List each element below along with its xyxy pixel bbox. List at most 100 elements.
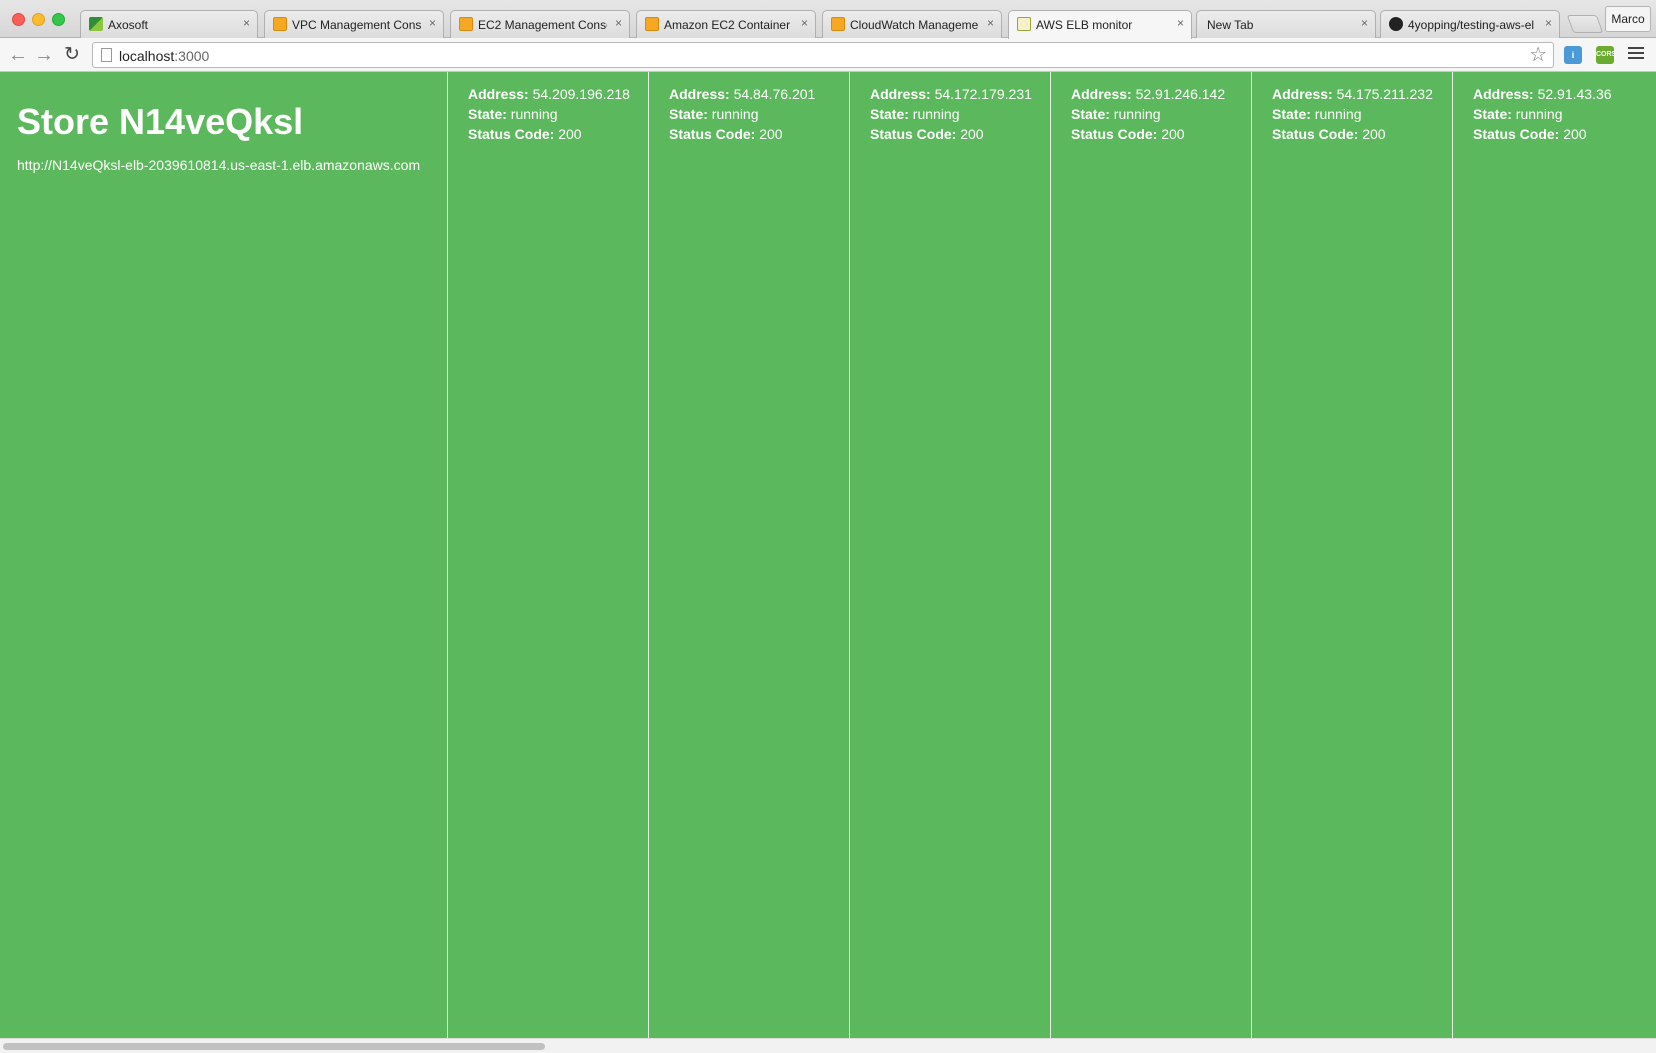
tab-close-icon[interactable]: × <box>243 16 250 30</box>
state-label: State: <box>669 106 708 122</box>
status-code-label: Status Code: <box>1272 126 1359 142</box>
state-value: running <box>912 106 960 122</box>
instance-address: Address: 52.91.246.142 <box>1071 84 1251 104</box>
status-code-label: Status Code: <box>468 126 555 142</box>
aws-icon <box>459 17 473 31</box>
state-label: State: <box>1071 106 1110 122</box>
tab-ec2-container[interactable]: Amazon EC2 Container S × <box>636 10 816 38</box>
instance-card: Address: 54.172.179.231 State: running S… <box>849 72 1050 1038</box>
new-tab-button[interactable] <box>1566 15 1604 33</box>
instance-address: Address: 54.209.196.218 <box>468 84 648 104</box>
instance-state: State: running <box>1071 104 1251 124</box>
tab-vpc-console[interactable]: VPC Management Conso × <box>264 10 444 38</box>
page-viewport: Store N14veQksl http://N14veQksl-elb-203… <box>0 72 1656 1038</box>
page-icon <box>101 48 112 62</box>
github-icon <box>1389 17 1403 31</box>
address-value: 54.175.211.232 <box>1336 86 1433 102</box>
aws-icon <box>273 17 287 31</box>
status-code-label: Status Code: <box>1473 126 1560 142</box>
state-value: running <box>711 106 759 122</box>
address-value: 54.209.196.218 <box>532 86 630 102</box>
instance-address: Address: 52.91.43.36 <box>1473 84 1653 104</box>
tab-close-icon[interactable]: × <box>1361 16 1368 30</box>
address-label: Address: <box>1071 86 1132 102</box>
menu-hamburger-icon[interactable] <box>1628 47 1644 62</box>
instance-state: State: running <box>468 104 648 124</box>
store-title: Store N14veQksl <box>17 101 304 142</box>
window-close-button[interactable] <box>12 13 25 26</box>
tab-close-icon[interactable]: × <box>615 16 622 30</box>
store-elb-url: http://N14veQksl-elb-2039610814.us-east-… <box>17 157 421 173</box>
state-label: State: <box>870 106 909 122</box>
tab-title: New Tab <box>1207 18 1254 32</box>
state-label: State: <box>1473 106 1512 122</box>
tab-title: Axosoft <box>108 18 149 32</box>
tab-title: CloudWatch Managemen <box>850 18 979 32</box>
instance-card: Address: 54.175.211.232 State: running S… <box>1251 72 1452 1038</box>
reload-icon[interactable]: ↻ <box>60 43 84 67</box>
state-label: State: <box>1272 106 1311 122</box>
tab-close-icon[interactable]: × <box>801 16 808 30</box>
tab-axosoft[interactable]: Axosoft × <box>80 10 258 38</box>
back-arrow-icon[interactable]: ← <box>6 43 30 67</box>
tab-close-icon[interactable]: × <box>1177 16 1184 30</box>
address-label: Address: <box>1473 86 1534 102</box>
instance-state: State: running <box>870 104 1050 124</box>
tab-title: AWS ELB monitor <box>1036 18 1133 32</box>
instance-address: Address: 54.175.211.232 <box>1272 84 1452 104</box>
tab-title: Amazon EC2 Container S <box>664 18 793 32</box>
instance-status-code: Status Code: 200 <box>468 124 648 144</box>
axosoft-icon <box>89 17 103 31</box>
address-label: Address: <box>870 86 931 102</box>
browser-tab-strip: Axosoft × VPC Management Conso × EC2 Man… <box>0 0 1656 39</box>
url-port: :3000 <box>174 48 210 64</box>
tab-new-tab[interactable]: New Tab × <box>1196 10 1376 38</box>
window-zoom-button[interactable] <box>52 13 65 26</box>
status-code-label: Status Code: <box>1071 126 1158 142</box>
status-code-value: 200 <box>1161 126 1185 142</box>
bookmark-star-icon[interactable]: ☆ <box>1529 44 1547 66</box>
tab-close-icon[interactable]: × <box>987 16 994 30</box>
instance-status-code: Status Code: 200 <box>1473 124 1653 144</box>
window-minimize-button[interactable] <box>32 13 45 26</box>
instance-status-code: Status Code: 200 <box>669 124 849 144</box>
status-code-value: 200 <box>759 126 783 142</box>
tab-cloudwatch[interactable]: CloudWatch Managemen × <box>822 10 1002 38</box>
tab-github-repo[interactable]: 4yopping/testing-aws-el × <box>1380 10 1560 38</box>
url-host: localhost <box>119 48 175 64</box>
status-code-value: 200 <box>1563 126 1587 142</box>
status-code-label: Status Code: <box>870 126 957 142</box>
scrollbar-thumb[interactable] <box>3 1043 545 1050</box>
info-extension-icon[interactable]: i <box>1564 46 1582 64</box>
profile-button[interactable]: Marco <box>1605 6 1651 32</box>
tab-title: EC2 Management Conso <box>478 18 607 32</box>
instance-address: Address: 54.172.179.231 <box>870 84 1050 104</box>
status-code-label: Status Code: <box>669 126 756 142</box>
address-bar-url[interactable]: localhost:3000 <box>119 48 209 64</box>
address-value: 54.172.179.231 <box>934 86 1032 102</box>
instance-state: State: running <box>1272 104 1452 124</box>
instance-card: Address: 52.91.246.142 State: running St… <box>1050 72 1251 1038</box>
tab-close-icon[interactable]: × <box>1545 16 1552 30</box>
status-code-value: 200 <box>960 126 984 142</box>
forward-arrow-icon[interactable]: → <box>32 43 56 67</box>
tab-title: 4yopping/testing-aws-el <box>1408 18 1535 32</box>
store-panel: Store N14veQksl http://N14veQksl-elb-203… <box>0 72 448 1038</box>
address-label: Address: <box>1272 86 1333 102</box>
tab-ec2-console[interactable]: EC2 Management Conso × <box>450 10 630 38</box>
address-value: 54.84.76.201 <box>733 86 816 102</box>
instance-state: State: running <box>669 104 849 124</box>
instance-status-code: Status Code: 200 <box>1272 124 1452 144</box>
cors-extension-icon[interactable]: CORS <box>1596 46 1616 64</box>
horizontal-scrollbar[interactable] <box>0 1038 1656 1053</box>
tab-aws-elb-monitor[interactable]: AWS ELB monitor × <box>1008 10 1192 39</box>
aws-icon <box>645 17 659 31</box>
instance-address: Address: 54.84.76.201 <box>669 84 849 104</box>
instance-status-code: Status Code: 200 <box>1071 124 1251 144</box>
state-value: running <box>1314 106 1362 122</box>
instance-card: Address: 54.84.76.201 State: running Sta… <box>648 72 849 1038</box>
state-label: State: <box>468 106 507 122</box>
address-value: 52.91.43.36 <box>1537 86 1612 102</box>
address-bar[interactable]: localhost:3000 ☆ <box>92 42 1554 68</box>
tab-close-icon[interactable]: × <box>429 16 436 30</box>
